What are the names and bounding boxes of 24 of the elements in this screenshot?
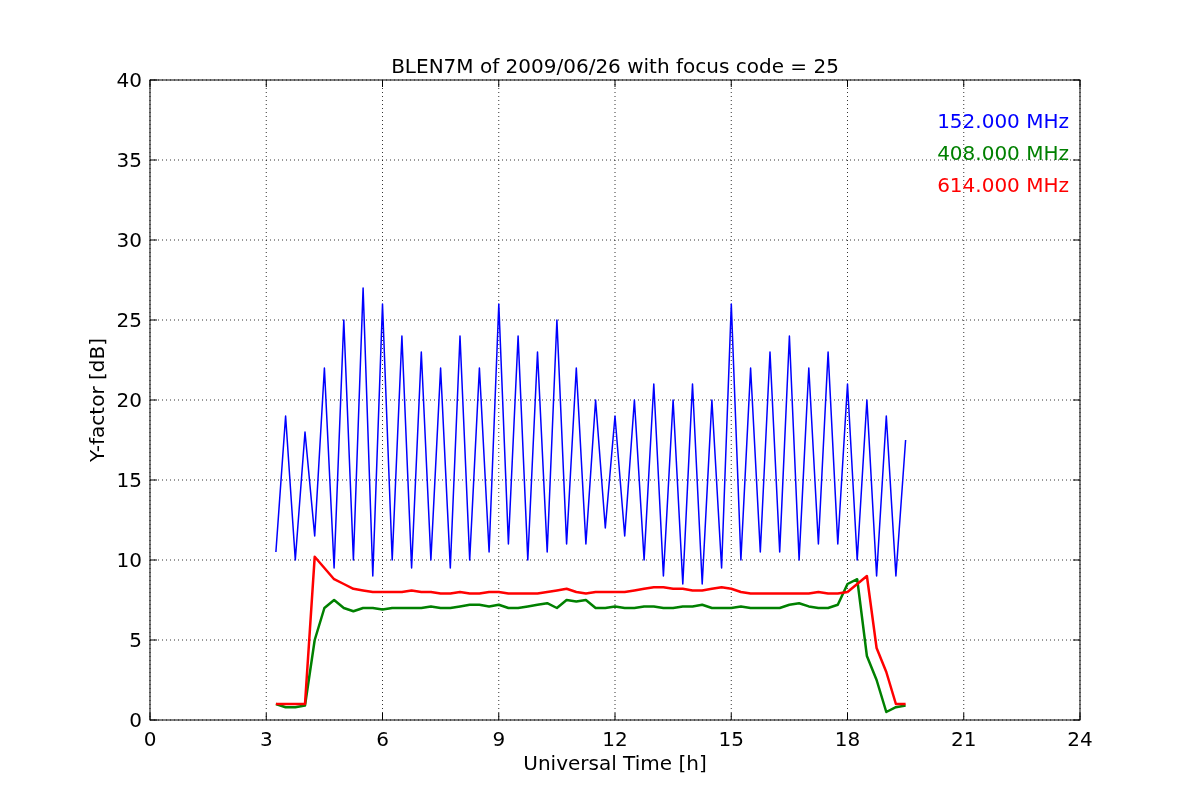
y-axis-label: Y-factor [dB] — [85, 338, 109, 462]
tick-label: 6 — [376, 727, 389, 751]
tick-label: 5 — [129, 628, 142, 652]
tick-label: 12 — [602, 727, 628, 751]
tick-label: 18 — [834, 727, 861, 751]
tick-label: 21 — [951, 727, 977, 751]
tick-label: 3 — [259, 727, 273, 751]
legend-label: 614.000 MHz — [937, 173, 1069, 197]
tick-label: 10 — [116, 548, 142, 572]
tick-label: 30 — [116, 228, 142, 252]
x-axis-label: Universal Time [h] — [523, 751, 707, 775]
tick-label: 15 — [718, 727, 744, 751]
tick-label: 35 — [116, 148, 142, 172]
tick-label: 15 — [116, 468, 142, 492]
tick-label: 0 — [129, 708, 142, 732]
tick-label: 9 — [492, 727, 506, 751]
legend-label: 408.000 MHz — [937, 141, 1069, 165]
tick-label: 20 — [116, 388, 142, 412]
legend-label: 152.000 MHz — [937, 109, 1069, 133]
chart-title: BLEN7M of 2009/06/26 with focus code = 25 — [391, 54, 839, 78]
tick-label: 0 — [143, 727, 157, 751]
tick-label: 40 — [116, 68, 142, 92]
tick-label: 25 — [116, 308, 142, 332]
tick-label: 24 — [1067, 727, 1093, 751]
